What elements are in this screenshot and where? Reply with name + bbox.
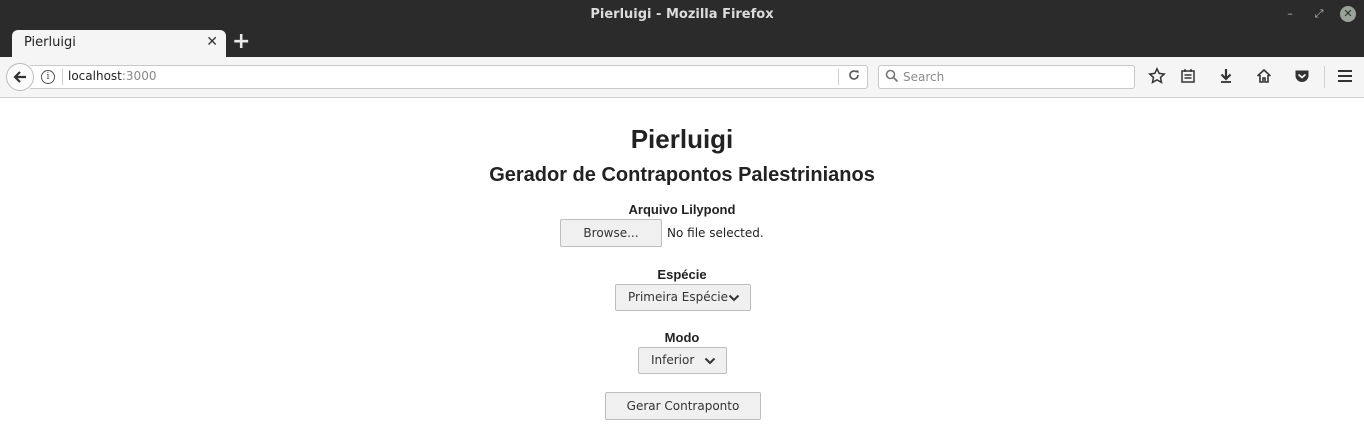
url-host: localhost (68, 69, 122, 83)
toolbar-divider (1324, 66, 1325, 88)
url-divider (62, 69, 63, 85)
page-title: Pierluigi (630, 124, 734, 154)
tab-pierluigi[interactable]: Pierluigi ✕ (12, 30, 226, 57)
new-tab-button[interactable]: + (232, 30, 250, 54)
info-icon[interactable]: i (41, 70, 55, 84)
navigation-toolbar: i localhost:3000 Search (0, 57, 1364, 98)
mode-select[interactable]: Inferior (638, 347, 727, 374)
home-icon[interactable] (1254, 67, 1274, 87)
tab-close-icon[interactable]: ✕ (206, 34, 218, 50)
reading-list-icon[interactable] (1178, 67, 1198, 87)
search-icon (885, 69, 899, 83)
window-title: Pierluigi - Mozilla Firefox (590, 7, 774, 22)
search-placeholder: Search (903, 70, 945, 84)
url-text[interactable]: localhost:3000 (68, 69, 156, 83)
window-titlebar: Pierluigi - Mozilla Firefox – ⤢ ✕ (0, 0, 1364, 30)
tab-strip: Pierluigi ✕ + (0, 30, 1364, 57)
chevron-down-icon (704, 357, 716, 365)
close-window-icon[interactable]: ✕ (1340, 6, 1356, 22)
tab-label: Pierluigi (24, 35, 76, 50)
file-label: Arquivo Lilypond (628, 202, 736, 217)
minimize-icon[interactable]: – (1282, 6, 1298, 22)
species-selected-value: Primeira Espécie (628, 290, 728, 304)
search-input[interactable]: Search (878, 65, 1135, 89)
species-label: Espécie (657, 267, 707, 282)
mode-selected-value: Inferior (651, 353, 695, 367)
back-arrow-icon[interactable] (6, 63, 34, 91)
maximize-icon[interactable]: ⤢ (1311, 6, 1327, 22)
page-content: Pierluigi Gerador de Contrapontos Palest… (0, 98, 1364, 442)
url-bar[interactable]: i localhost:3000 (30, 65, 868, 89)
star-icon[interactable] (1147, 67, 1167, 87)
hamburger-menu-icon[interactable] (1335, 67, 1355, 87)
pocket-icon[interactable] (1292, 67, 1312, 87)
chevron-down-icon (728, 294, 740, 302)
mode-label: Modo (664, 330, 700, 345)
generate-counterpoint-button[interactable]: Gerar Contraponto (605, 392, 761, 420)
file-status: No file selected. (667, 226, 764, 240)
reload-icon[interactable] (847, 68, 861, 86)
url-port: :3000 (121, 69, 157, 83)
download-icon[interactable] (1216, 67, 1236, 87)
species-select[interactable]: Primeira Espécie (615, 284, 751, 311)
browse-button[interactable]: Browse... (560, 219, 662, 247)
reload-divider (838, 69, 839, 85)
page-subtitle: Gerador de Contrapontos Palestrinianos (489, 164, 875, 186)
